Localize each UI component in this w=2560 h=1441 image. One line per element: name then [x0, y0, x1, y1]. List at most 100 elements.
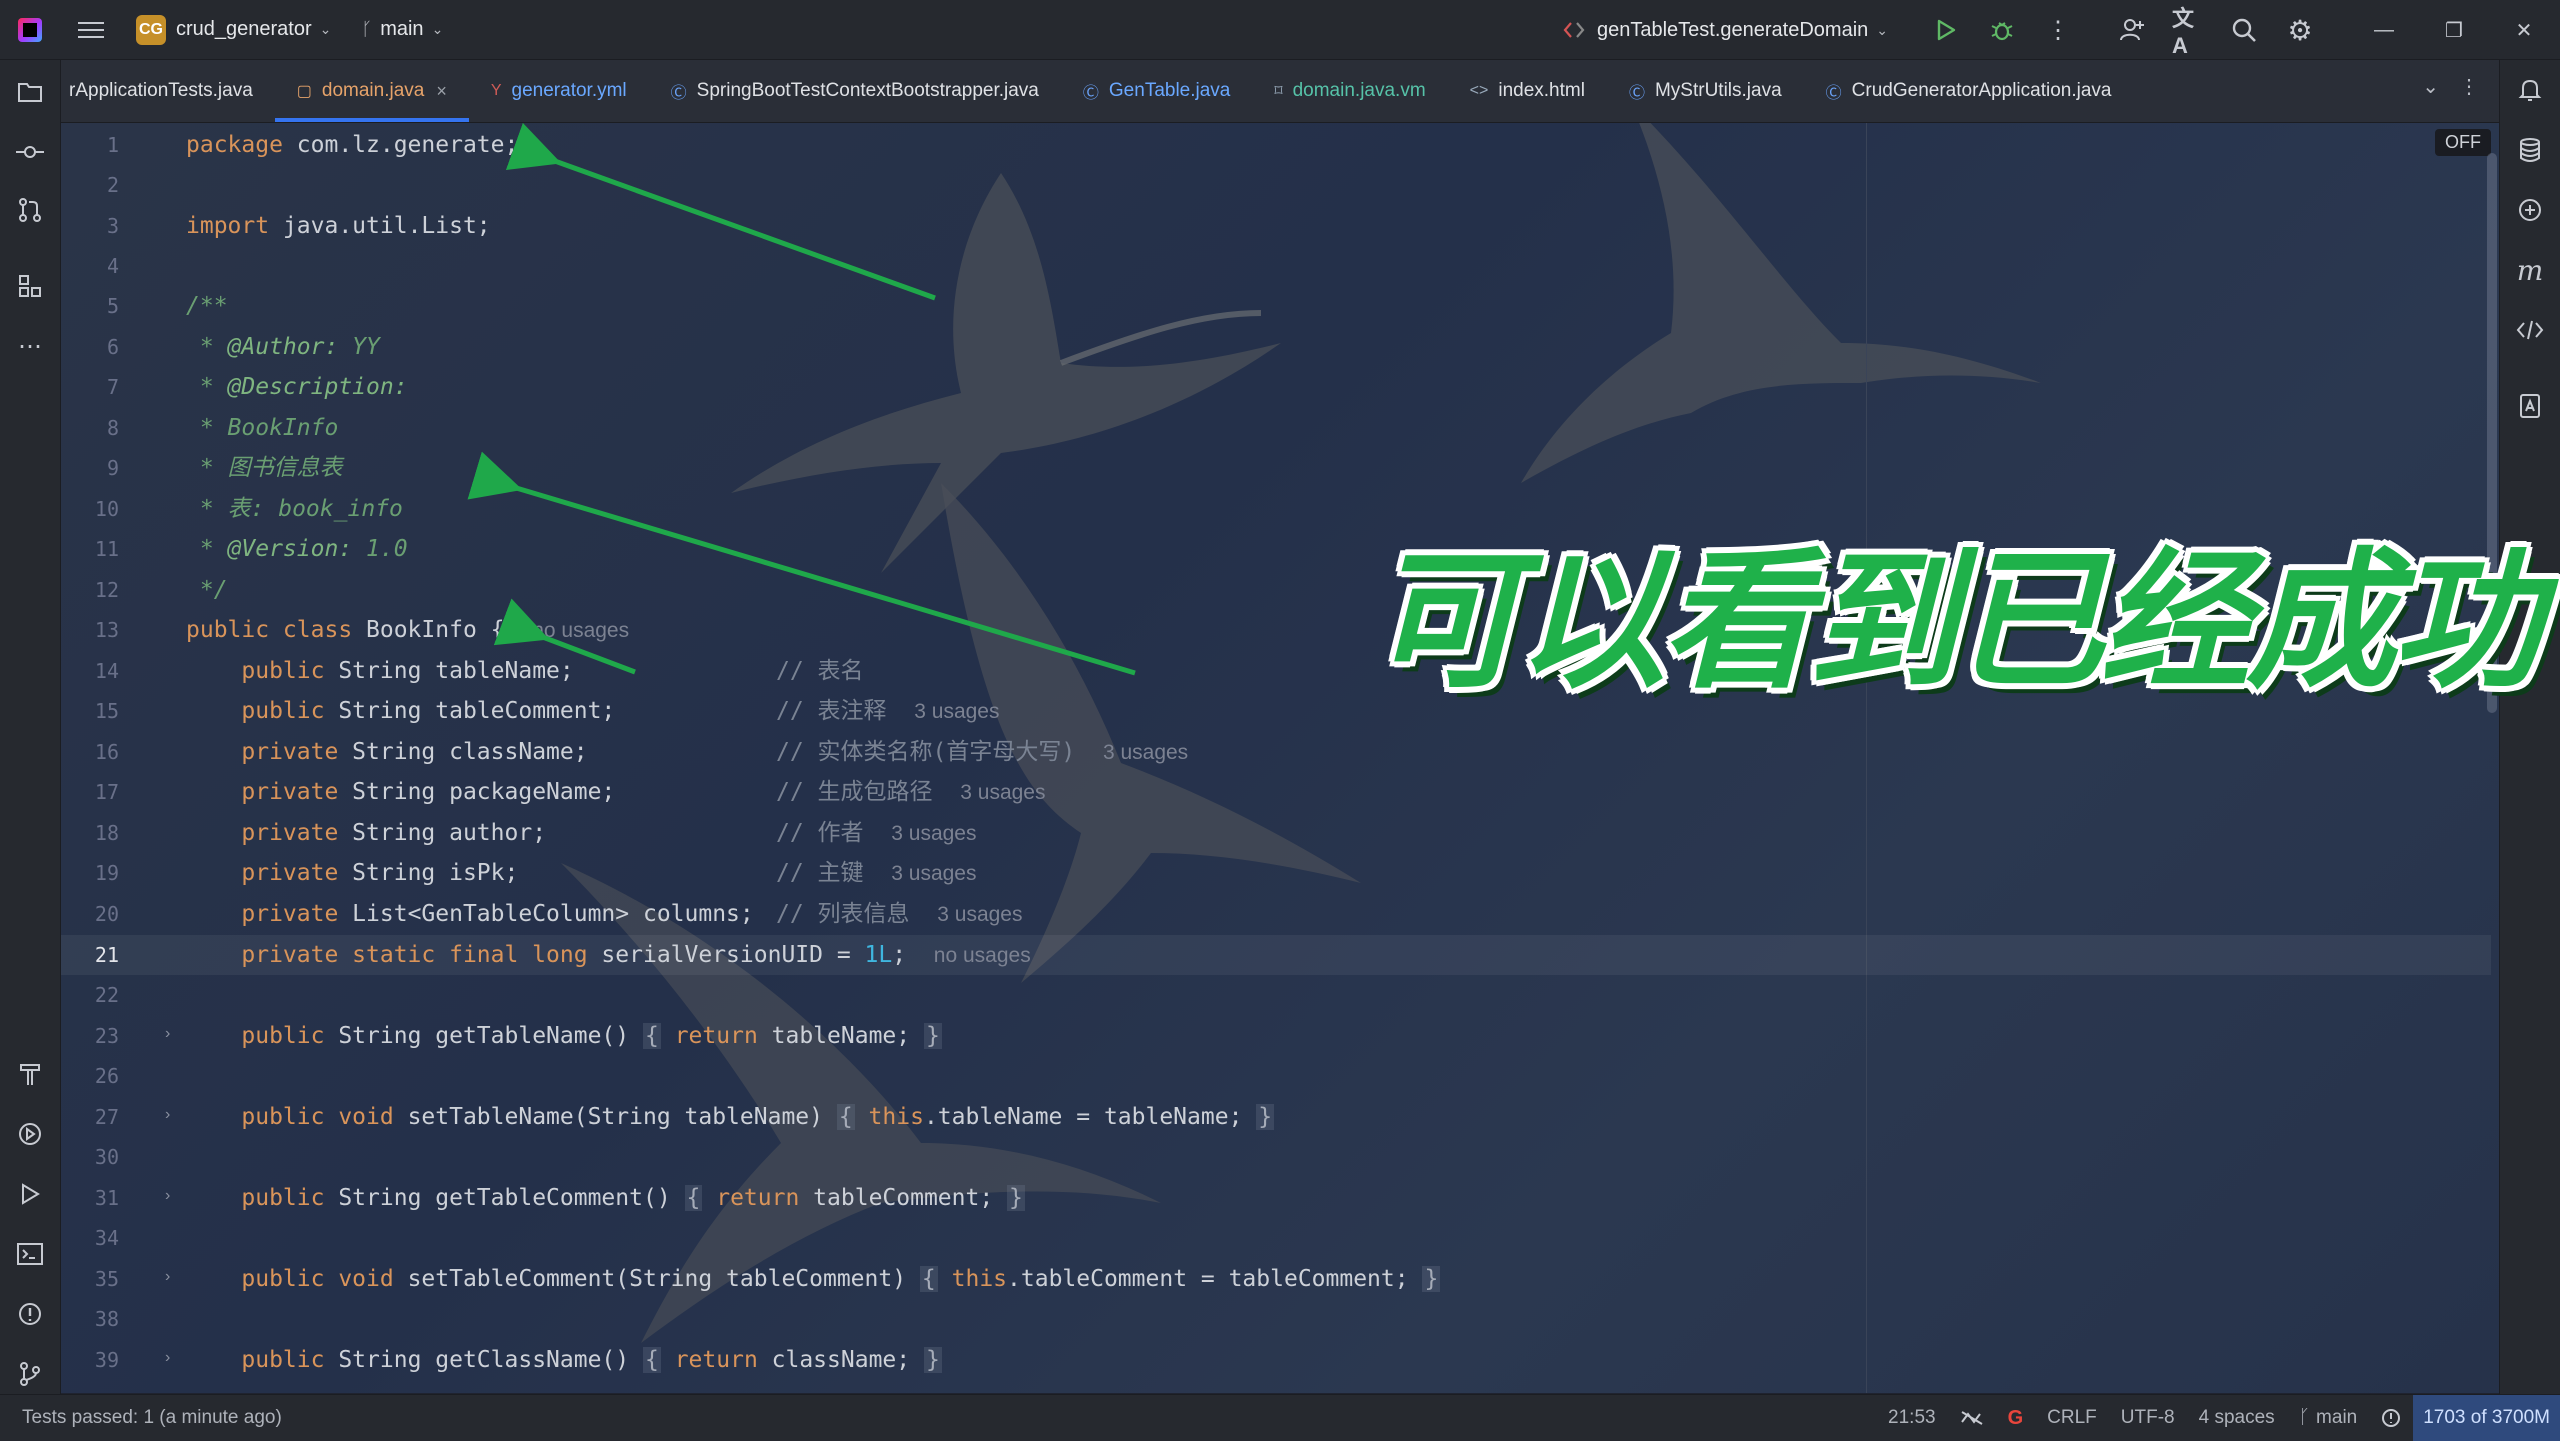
template-file-icon: ▢: [296, 83, 312, 100]
usage-hint[interactable]: 3 usages: [937, 903, 1022, 926]
branch-selector[interactable]: ᚴ main ⌄: [361, 18, 443, 41]
vcs-sync-icon[interactable]: [1960, 1410, 1984, 1426]
usage-hint[interactable]: no usages: [532, 619, 629, 642]
test-status[interactable]: Tests passed: 1 (a minute ago): [22, 1407, 282, 1429]
intellij-logo-icon[interactable]: [18, 17, 42, 42]
code-tag-icon[interactable]: [2516, 316, 2544, 344]
usage-hint[interactable]: 3 usages: [914, 700, 999, 723]
close-window-button[interactable]: ✕: [2494, 0, 2554, 60]
caret-position[interactable]: 21:53: [1888, 1407, 1936, 1429]
debug-icon[interactable]: [1986, 14, 2018, 46]
fold-chevron-icon[interactable]: ›: [165, 1268, 170, 1286]
minimize-button[interactable]: —: [2354, 0, 2414, 60]
line-number: 38: [94, 1307, 119, 1331]
fold-chevron-icon[interactable]: ›: [165, 1349, 170, 1367]
structure-icon[interactable]: [16, 272, 44, 300]
line-number: 6: [106, 335, 119, 359]
more-tools-icon[interactable]: ⋯: [16, 332, 44, 360]
test-config-icon: [1563, 21, 1585, 39]
tab-application-tests[interactable]: rApplicationTests.java: [61, 60, 275, 122]
tab-domain-java[interactable]: ▢ domain.java ×: [274, 60, 469, 122]
project-badge[interactable]: CG: [136, 14, 166, 45]
folded-region[interactable]: }: [923, 1023, 942, 1049]
tab-list-chevron-icon[interactable]: ⌄: [2422, 74, 2439, 99]
services-icon[interactable]: [16, 1120, 44, 1148]
folded-region[interactable]: }: [1422, 1266, 1441, 1292]
file-encoding[interactable]: UTF-8: [2121, 1407, 2175, 1429]
code-line: private String packageName;: [186, 772, 615, 812]
project-folder-icon[interactable]: [16, 78, 44, 106]
problems-icon[interactable]: [16, 1300, 44, 1328]
code-line: * BookInfo: [186, 415, 339, 441]
tab-mystrutils-java[interactable]: Ⓒ MyStrUtils.java: [1607, 60, 1804, 122]
chevron-down-icon[interactable]: ⌄: [320, 21, 332, 38]
settings-gear-icon[interactable]: ⚙: [2284, 14, 2316, 46]
run-icon[interactable]: [1930, 14, 1962, 46]
tab-domain-java-vm[interactable]: ⌑ domain.java.vm: [1252, 60, 1447, 122]
tab-generator-yml[interactable]: Y generator.yml: [469, 60, 649, 122]
search-icon[interactable]: [2228, 14, 2260, 46]
code-editor[interactable]: OFF 1 2 3 4 5 6 7 8 9 10 11 12 13 14 15 16 17 18 19 20 21 22 2…: [61, 123, 2499, 1393]
folded-region[interactable]: {: [919, 1266, 938, 1292]
translate-icon[interactable]: 文A: [2172, 6, 2204, 58]
code-line: private List<GenTableColumn> columns;: [186, 894, 753, 934]
inspection-icon[interactable]: [2381, 1408, 2401, 1428]
run-tool-icon[interactable]: [16, 1180, 44, 1208]
folded-region[interactable]: {: [642, 1347, 661, 1373]
folded-region[interactable]: {: [684, 1185, 703, 1211]
keyword: public: [241, 698, 325, 724]
restore-button[interactable]: ❐: [2424, 0, 2484, 60]
usage-hint[interactable]: 3 usages: [891, 822, 976, 845]
run-config-selector[interactable]: genTableTest.generateDomain ⌄: [1563, 19, 1888, 42]
close-tab-icon[interactable]: ×: [436, 81, 447, 102]
database-icon[interactable]: [2516, 136, 2544, 164]
code-line: public String getClassName() { return cl…: [186, 1340, 942, 1380]
more-vertical-icon[interactable]: ⋮: [2042, 14, 2074, 46]
usage-hint[interactable]: no usages: [934, 944, 1031, 967]
tab-index-html[interactable]: <> index.html: [1448, 60, 1607, 122]
indent-setting[interactable]: 4 spaces: [2199, 1407, 2275, 1429]
fold-chevron-icon[interactable]: ›: [165, 1106, 170, 1124]
line-ending[interactable]: CRLF: [2047, 1407, 2097, 1429]
build-hammer-icon[interactable]: [16, 1060, 44, 1088]
status-branch-name: main: [2316, 1407, 2358, 1428]
line-number: 15: [94, 699, 119, 723]
notifications-bell-icon[interactable]: [2516, 76, 2544, 104]
git-icon[interactable]: [16, 1360, 44, 1388]
ai-assistant-icon[interactable]: [2516, 392, 2544, 420]
usage-hint[interactable]: 3 usages: [960, 781, 1045, 804]
doc-tag: @Author:: [227, 334, 339, 360]
folded-region[interactable]: {: [836, 1104, 855, 1130]
main-menu-icon[interactable]: [78, 21, 104, 38]
maven-icon[interactable]: m: [2516, 254, 2544, 287]
tab-crudgenerator-application[interactable]: Ⓒ CrudGeneratorApplication.java: [1804, 60, 2134, 122]
folded-region[interactable]: }: [1256, 1104, 1275, 1130]
doc-tag: @Description:: [227, 374, 408, 400]
google-icon[interactable]: G: [2008, 1407, 2024, 1430]
usage-hint[interactable]: 3 usages: [891, 862, 976, 885]
doc-tag: @Version:: [227, 536, 353, 562]
status-branch[interactable]: ᚴ main: [2299, 1407, 2358, 1429]
folded-region[interactable]: }: [923, 1347, 942, 1373]
fold-chevron-icon[interactable]: ›: [165, 1025, 170, 1043]
commit-icon[interactable]: [16, 138, 44, 166]
terminal-icon[interactable]: [16, 1240, 44, 1268]
code-line: package com.lz.generate;: [186, 125, 518, 165]
memory-indicator[interactable]: 1703 of 3700M: [2413, 1395, 2560, 1441]
tab-options-icon[interactable]: ⋮: [2459, 74, 2479, 99]
tab-gentable-java[interactable]: Ⓒ GenTable.java: [1061, 60, 1252, 122]
project-name[interactable]: crud_generator: [176, 18, 312, 41]
folded-region[interactable]: }: [1007, 1185, 1025, 1211]
folded-region[interactable]: {: [642, 1023, 661, 1049]
tab-springboot-bootstrapper[interactable]: Ⓒ SpringBootTestContextBootstrapper.java: [649, 60, 1061, 122]
plugin-icon[interactable]: [2516, 196, 2544, 224]
fold-chevron-icon[interactable]: ›: [165, 1187, 170, 1205]
pull-requests-icon[interactable]: [16, 196, 44, 224]
add-user-icon[interactable]: [2116, 14, 2148, 46]
line-number: 21: [94, 943, 119, 967]
usage-hint[interactable]: 3 usages: [1103, 741, 1188, 764]
off-badge[interactable]: OFF: [2435, 129, 2491, 156]
tab-label: CrudGeneratorApplication.java: [1851, 80, 2112, 101]
line-comment: // 作者 3 usages: [776, 813, 976, 853]
line-number: 27: [94, 1105, 119, 1129]
